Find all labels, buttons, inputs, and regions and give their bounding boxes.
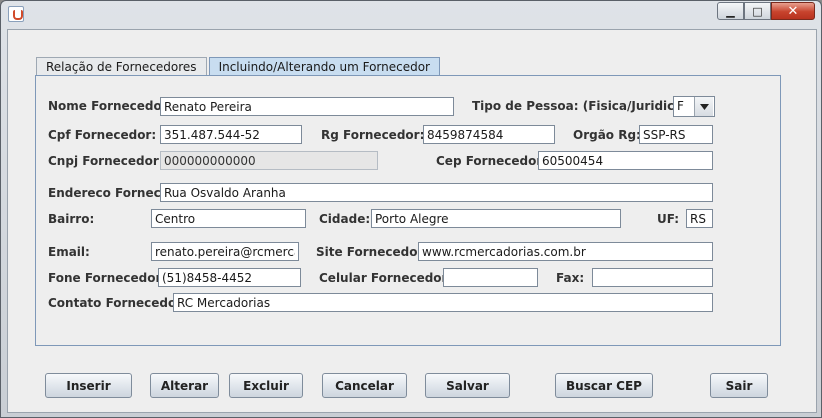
site-field[interactable] bbox=[418, 242, 713, 261]
rg-field[interactable] bbox=[423, 125, 555, 144]
cpf-label: Cpf Fornecedor: bbox=[48, 128, 157, 142]
fax-label: Fax: bbox=[556, 271, 585, 285]
cidade-label: Cidade: bbox=[319, 212, 371, 226]
sair-button[interactable]: Sair bbox=[710, 373, 768, 398]
endereco-label: Endereco Fornec.: bbox=[48, 186, 171, 200]
java-app-icon bbox=[8, 6, 24, 22]
bairro-label: Bairro: bbox=[48, 212, 95, 226]
window-controls: ▁ □ ✕ bbox=[717, 2, 815, 20]
celular-label: Celular Fornecedor: bbox=[319, 271, 453, 285]
cep-label: Cep Fornecedor: bbox=[436, 154, 548, 168]
email-label: Email: bbox=[48, 245, 90, 259]
celular-field[interactable] bbox=[443, 268, 538, 287]
cancelar-button[interactable]: Cancelar bbox=[322, 373, 407, 398]
cep-field[interactable] bbox=[538, 151, 713, 170]
content-area: Relação de Fornecedores Incluindo/Altera… bbox=[7, 29, 817, 413]
alterar-button[interactable]: Alterar bbox=[150, 373, 219, 398]
close-button[interactable]: ✕ bbox=[771, 2, 815, 20]
orgao-rg-field[interactable] bbox=[639, 125, 713, 144]
nome-label: Nome Fornecedor: bbox=[48, 99, 173, 113]
contato-label: Contato Fornecedor: bbox=[48, 296, 187, 310]
cidade-field[interactable] bbox=[371, 209, 621, 228]
minimize-button[interactable]: ▁ bbox=[717, 2, 744, 20]
tipo-pessoa-label: Tipo de Pessoa: (Fisica/Juridica) bbox=[472, 99, 688, 113]
bairro-field[interactable] bbox=[151, 209, 306, 228]
supplier-form-panel: Nome Fornecedor: Tipo de Pessoa: (Fisica… bbox=[35, 75, 781, 346]
cnpj-field[interactable] bbox=[160, 151, 378, 170]
uf-label: UF: bbox=[657, 212, 680, 226]
tab-incluindo-alterando[interactable]: Incluindo/Alterando um Fornecedor bbox=[208, 57, 440, 76]
buscar-cep-button[interactable]: Buscar CEP bbox=[555, 373, 653, 398]
fone-field[interactable] bbox=[158, 268, 301, 287]
application-window: ▁ □ ✕ Relação de Fornecedores Incluindo/… bbox=[0, 0, 822, 418]
nome-field[interactable] bbox=[160, 97, 454, 116]
tab-strip: Relação de Fornecedores Incluindo/Altera… bbox=[36, 57, 442, 76]
excluir-button[interactable]: Excluir bbox=[229, 373, 303, 398]
email-field[interactable] bbox=[151, 242, 299, 261]
cnpj-label: Cnpj Fornecedor: bbox=[48, 154, 164, 168]
inserir-button[interactable]: Inserir bbox=[45, 373, 132, 398]
rg-label: Rg Fornecedor: bbox=[321, 128, 425, 142]
chevron-down-icon[interactable] bbox=[694, 97, 713, 116]
orgao-rg-label: Orgão Rg: bbox=[573, 128, 641, 142]
cpf-field[interactable] bbox=[160, 125, 302, 144]
fax-field[interactable] bbox=[592, 268, 713, 287]
salvar-button[interactable]: Salvar bbox=[425, 373, 510, 398]
site-label: Site Fornecedor: bbox=[316, 245, 429, 259]
tab-relacao-fornecedores[interactable]: Relação de Fornecedores bbox=[36, 57, 207, 76]
maximize-button[interactable]: □ bbox=[744, 2, 771, 20]
tipo-pessoa-select[interactable]: F bbox=[673, 96, 715, 117]
endereco-field[interactable] bbox=[160, 183, 713, 202]
uf-field[interactable] bbox=[686, 209, 713, 228]
fone-label: Fone Fornecedor: bbox=[48, 271, 167, 285]
title-bar: ▁ □ ✕ bbox=[1, 1, 821, 27]
tipo-pessoa-value: F bbox=[677, 99, 684, 113]
contato-field[interactable] bbox=[173, 293, 713, 312]
